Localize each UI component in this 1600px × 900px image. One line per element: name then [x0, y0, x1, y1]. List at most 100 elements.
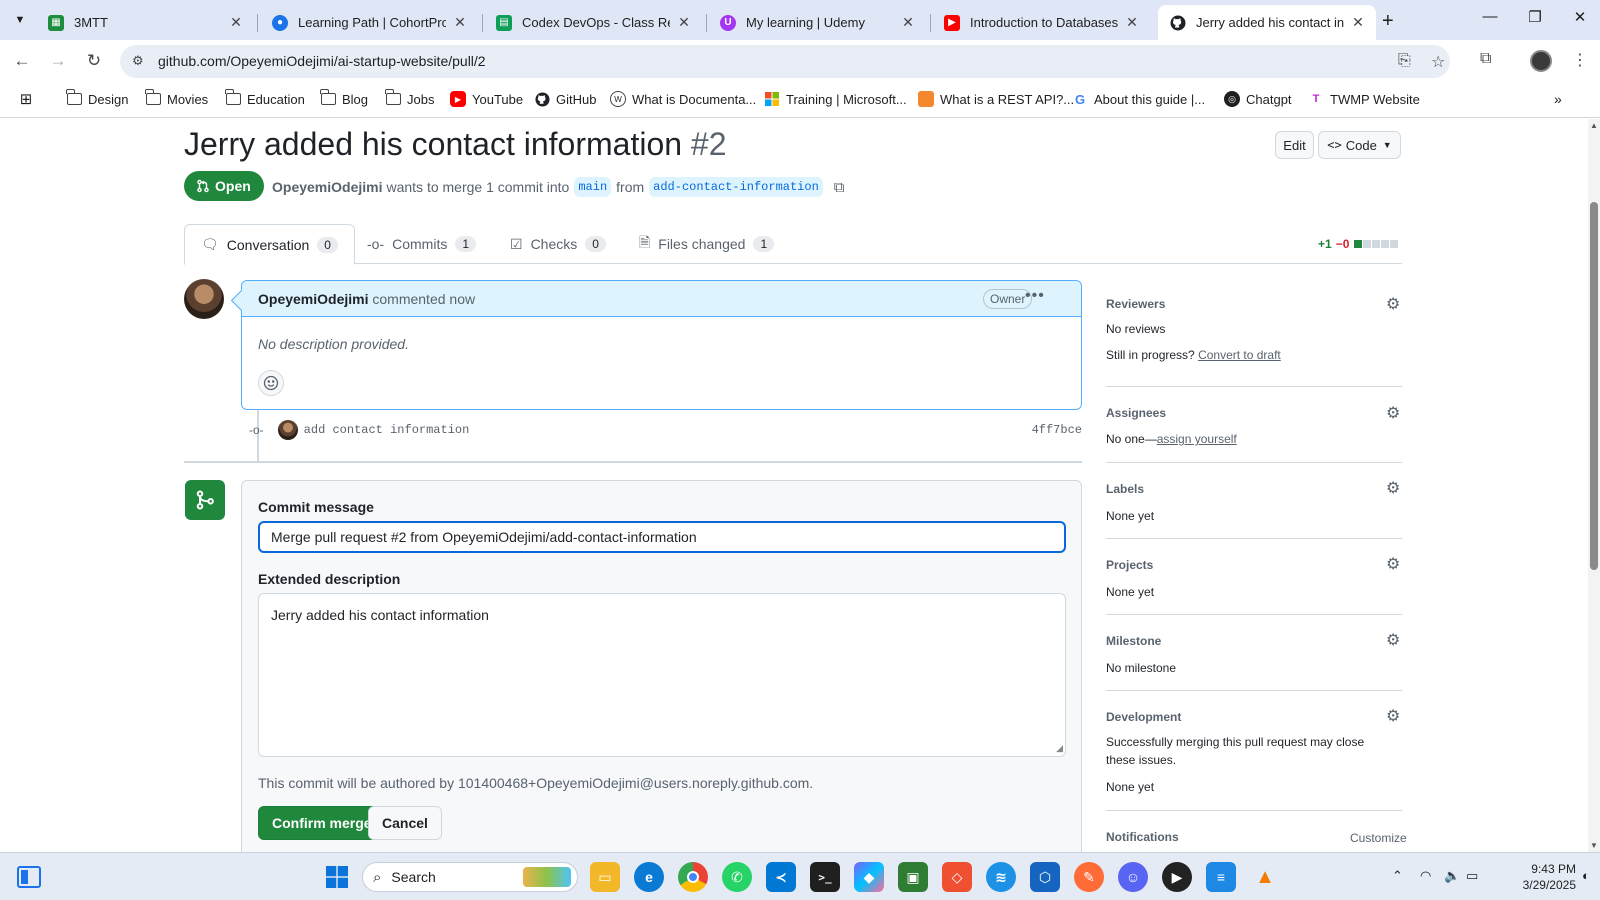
taskbar-clock[interactable]: 9:43 PM 3/29/2025 — [1486, 861, 1576, 893]
gear-icon[interactable]: ⚙ — [1386, 630, 1400, 650]
volume-icon[interactable]: 🔈 — [1444, 868, 1460, 884]
bookmark-microsoft-training[interactable]: Training | Microsoft... — [764, 91, 907, 107]
add-reaction-button[interactable] — [258, 370, 284, 396]
commit-message-input[interactable]: Merge pull request #2 from OpeyemiOdejim… — [258, 521, 1066, 553]
vlc-icon[interactable]: ▲ — [1250, 862, 1280, 892]
commit-message-link[interactable]: add contact information — [304, 423, 470, 437]
media-player-icon[interactable]: ▶ — [1162, 862, 1192, 892]
comment-author-link[interactable]: OpeyemiOdejimi — [258, 291, 368, 307]
scroll-up-icon[interactable]: ▲ — [1588, 121, 1600, 130]
bookmark-design[interactable]: Design — [65, 89, 128, 107]
code-dropdown-button[interactable]: <> Code ▼ — [1318, 131, 1401, 159]
bookmark-movies[interactable]: Movies — [144, 89, 208, 107]
customize-link[interactable]: Customize — [1350, 829, 1407, 847]
taskbar-search[interactable]: ⌕ Search — [362, 862, 578, 892]
bookmark-chatgpt[interactable]: ◎ Chatgpt — [1224, 91, 1292, 107]
copy-icon[interactable]: ⧉ — [834, 179, 845, 196]
profile-avatar[interactable] — [1530, 50, 1552, 72]
tab-commits[interactable]: -o- Commits 1 — [367, 224, 477, 264]
resize-handle-icon[interactable]: ◢ — [1056, 743, 1063, 754]
scrollbar-thumb[interactable] — [1590, 202, 1598, 570]
commit-author-avatar[interactable] — [277, 420, 298, 440]
gear-icon[interactable]: ⚙ — [1386, 403, 1400, 423]
browser-tab[interactable]: ● Learning Path | CohortProject ✕ — [260, 5, 478, 40]
base-branch[interactable]: main — [574, 177, 612, 197]
url-text[interactable]: github.com/OpeyemiOdejimi/ai-startup-web… — [158, 53, 486, 69]
avatar[interactable] — [184, 279, 224, 319]
whatsapp-icon[interactable]: ✆ — [722, 862, 752, 892]
install-app-icon[interactable]: ⎘ — [1398, 52, 1411, 70]
browser-tab[interactable]: ▶ Introduction to Databases for ✕ — [932, 5, 1150, 40]
bookmark-github[interactable]: GitHub — [534, 91, 596, 107]
reload-icon[interactable]: ↻ — [82, 49, 106, 73]
assignees-title[interactable]: Assignees — [1106, 406, 1166, 420]
remote-desktop-icon[interactable]: ▣ — [898, 862, 928, 892]
milestone-title[interactable]: Milestone — [1106, 634, 1161, 648]
design-app-icon[interactable]: ◆ — [854, 862, 884, 892]
notifications-icon[interactable]: ◐ — [1582, 868, 1590, 883]
cancel-button[interactable]: Cancel — [368, 806, 442, 840]
tab-search-dropdown-icon[interactable]: ▼ — [8, 8, 32, 32]
bookmark-star-icon[interactable]: ☆ — [1431, 52, 1445, 72]
extended-description-textarea[interactable]: Jerry added his contact information ◢ — [258, 593, 1066, 757]
close-tab-icon[interactable]: ✕ — [1350, 14, 1366, 31]
address-bar[interactable]: ⚙ github.com/OpeyemiOdejimi/ai-startup-w… — [120, 45, 1450, 78]
battery-icon[interactable]: ▭ — [1466, 868, 1478, 884]
apps-grid-icon[interactable]: ⊞ — [18, 91, 40, 108]
head-branch[interactable]: add-contact-information — [649, 177, 823, 197]
back-icon[interactable]: ← — [10, 49, 34, 73]
extensions-icon[interactable]: ⧉ — [1480, 50, 1491, 68]
virtualbox-icon[interactable]: ⬡ — [1030, 862, 1060, 892]
scroll-down-icon[interactable]: ▼ — [1588, 841, 1600, 850]
bookmark-twmp[interactable]: T TWMP Website — [1308, 91, 1420, 107]
minimize-icon[interactable]: — — [1475, 8, 1505, 25]
close-tab-icon[interactable]: ✕ — [676, 14, 692, 31]
browser-tab-active[interactable]: Jerry added his contact information ✕ — [1158, 5, 1376, 40]
bookmark-blog[interactable]: Blog — [319, 89, 368, 107]
more-bookmarks-icon[interactable]: » — [1554, 91, 1562, 107]
tab-files-changed[interactable]: 🗎 Files changed 1 — [639, 224, 775, 264]
more-options-icon[interactable]: ••• — [1025, 287, 1045, 305]
notepad-icon[interactable]: ≡ — [1206, 862, 1236, 892]
file-explorer-icon[interactable]: ▭ — [590, 862, 620, 892]
bookmark-about-guide[interactable]: G About this guide |... — [1072, 91, 1205, 107]
new-tab-icon[interactable]: + — [1382, 10, 1394, 33]
bookmark-education[interactable]: Education — [224, 89, 305, 107]
assign-yourself-link[interactable]: assign yourself — [1157, 432, 1237, 446]
bookmark-jobs[interactable]: Jobs — [384, 89, 434, 107]
bookmark-youtube[interactable]: ▶ YouTube — [450, 91, 523, 107]
wifi-icon[interactable]: ◠ — [1420, 868, 1431, 884]
tray-overflow-icon[interactable]: ⌃ — [1392, 868, 1403, 884]
vscode-icon[interactable]: ≺ — [766, 862, 796, 892]
close-tab-icon[interactable]: ✕ — [228, 14, 244, 31]
development-title[interactable]: Development — [1106, 710, 1181, 724]
commit-sha-link[interactable]: 4ff7bce — [1032, 423, 1082, 437]
gear-icon[interactable]: ⚙ — [1386, 478, 1400, 498]
confirm-merge-button[interactable]: Confirm merge — [258, 806, 386, 840]
convert-to-draft-link[interactable]: Convert to draft — [1198, 348, 1281, 362]
page-scrollbar[interactable]: ▲ ▼ — [1588, 119, 1600, 852]
bookmark-documentation[interactable]: W What is Documenta... — [610, 91, 756, 107]
gear-icon[interactable]: ⚙ — [1386, 294, 1400, 314]
forward-icon[interactable]: → — [46, 49, 70, 73]
browser-tab[interactable]: ▤ Codex DevOps - Class Record ✕ — [484, 5, 702, 40]
browser-tab[interactable]: U My learning | Udemy ✕ — [708, 5, 926, 40]
terminal-icon[interactable]: >_ — [810, 862, 840, 892]
labels-title[interactable]: Labels — [1106, 482, 1144, 496]
gear-icon[interactable]: ⚙ — [1386, 706, 1400, 726]
menu-kebab-icon[interactable]: ⋮ — [1572, 50, 1588, 70]
restore-icon[interactable]: ❐ — [1520, 8, 1550, 26]
bookmark-rest-api[interactable]: What is a REST API?... — [918, 91, 1074, 107]
close-window-icon[interactable]: ✕ — [1565, 8, 1595, 26]
widgets-icon[interactable] — [14, 862, 44, 892]
projects-title[interactable]: Projects — [1106, 558, 1153, 572]
gear-icon[interactable]: ⚙ — [1386, 554, 1400, 574]
pr-author-link[interactable]: OpeyemiOdejimi — [272, 179, 382, 195]
git-icon[interactable]: ◇ — [942, 862, 972, 892]
edge-icon[interactable]: e — [634, 862, 664, 892]
site-info-icon[interactable]: ⚙ — [132, 53, 144, 69]
docker-icon[interactable]: ≋ — [986, 862, 1016, 892]
start-windows-icon[interactable] — [322, 862, 352, 892]
comment-time[interactable]: commented now — [372, 291, 475, 307]
close-tab-icon[interactable]: ✕ — [1124, 14, 1140, 31]
